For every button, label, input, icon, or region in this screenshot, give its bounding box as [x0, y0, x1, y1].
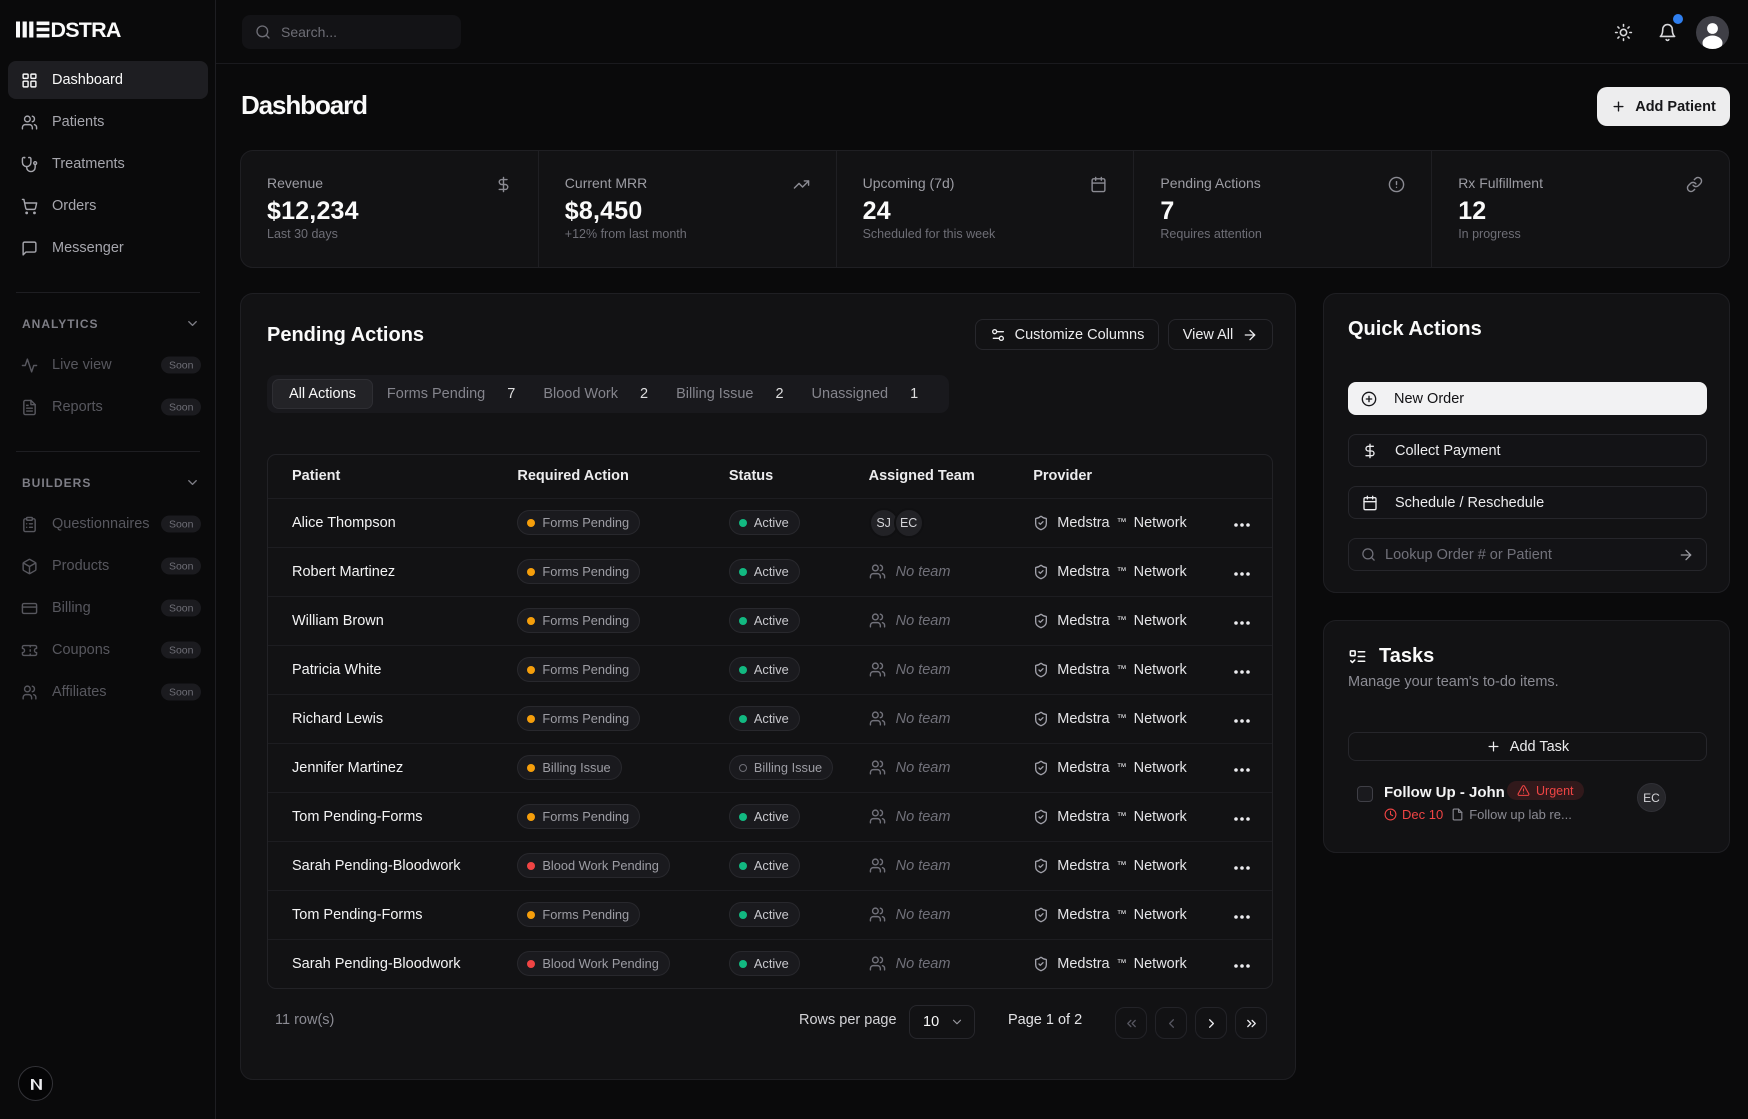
svg-text:DSTRA: DSTRA [51, 21, 121, 38]
